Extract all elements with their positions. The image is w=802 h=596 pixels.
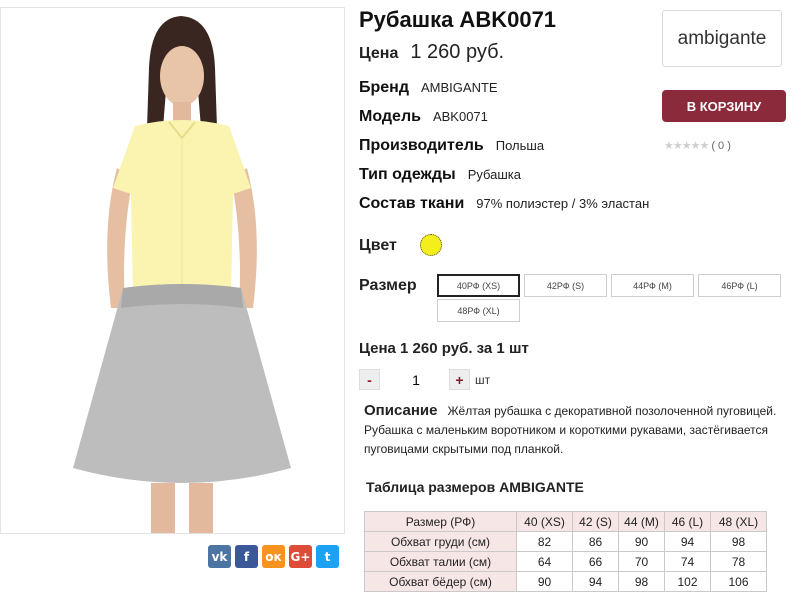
table-header: 48 (XL) (710, 511, 767, 532)
table-cell: 64 (516, 551, 573, 572)
size-label: Размер (359, 277, 417, 294)
rating[interactable]: ★★★★★ ( 0 ) (664, 139, 731, 152)
spec-fabric: Состав ткани 97% полиэстер / 3% эластан (359, 195, 649, 213)
spec-value: AMBIGANTE (421, 80, 498, 95)
spec-label: Модель (359, 108, 421, 125)
table-row: Обхват бёдер (см) 90 94 98 102 106 (364, 571, 767, 592)
spec-label: Бренд (359, 79, 409, 96)
spec-label: Производитель (359, 137, 484, 154)
product-title: Рубашка ABK0071 (359, 7, 557, 32)
quantity-minus-button[interactable]: - (359, 369, 380, 390)
price-label: Цена (359, 45, 399, 62)
product-photo[interactable] (0, 7, 345, 534)
quantity-unit: шт (475, 373, 491, 387)
table-header: Размер (РФ) (364, 511, 517, 532)
rating-count: ( 0 ) (711, 139, 731, 152)
spec-brand: Бренд AMBIGANTE (359, 79, 498, 97)
table-row: Обхват груди (см) 82 86 90 94 98 (364, 531, 767, 552)
price-value: 1 260 руб. (410, 41, 505, 63)
size-table-title: Таблица размеров AMBIGANTE (366, 479, 584, 495)
table-header: 46 (L) (664, 511, 711, 532)
table-cell: Обхват талии (см) (364, 551, 517, 572)
product-photo-illustration (1, 8, 344, 533)
table-header-row: Размер (РФ) 40 (XS) 42 (S) 44 (M) 46 (L)… (364, 511, 767, 532)
spec-value: Рубашка (467, 167, 522, 182)
table-cell: 106 (710, 571, 767, 592)
table-cell: 98 (618, 571, 665, 592)
size-option-42[interactable]: 42РФ (S) (524, 274, 607, 297)
table-cell: 98 (710, 531, 767, 552)
size-table: Размер (РФ) 40 (XS) 42 (S) 44 (M) 46 (L)… (364, 511, 767, 592)
table-cell: Обхват груди (см) (364, 531, 517, 552)
color-label: Цвет (359, 237, 397, 254)
unit-price: Цена 1 260 руб. за 1 шт (359, 340, 529, 357)
google-plus-icon[interactable]: G+ (289, 545, 312, 568)
table-cell: 70 (618, 551, 665, 572)
share-buttons: vk f ок G+ t (208, 545, 339, 568)
size-option-48[interactable]: 48РФ (XL) (437, 299, 520, 322)
facebook-icon[interactable]: f (235, 545, 258, 568)
quantity-input[interactable] (398, 369, 434, 390)
spec-model: Модель ABK0071 (359, 108, 488, 126)
size-option-44[interactable]: 44РФ (M) (611, 274, 694, 297)
table-cell: 90 (618, 531, 665, 552)
table-header: 42 (S) (572, 511, 619, 532)
add-to-cart-button[interactable]: В КОРЗИНУ (662, 90, 786, 122)
spec-clothing-type: Тип одежды Рубашка (359, 166, 521, 184)
table-cell: Обхват бёдер (см) (364, 571, 517, 592)
quantity-plus-button[interactable]: + (449, 369, 470, 390)
spec-manufacturer: Производитель Польша (359, 137, 544, 155)
color-swatch-yellow[interactable] (420, 234, 442, 256)
description: Описание Жёлтая рубашка с декоративной по… (364, 401, 794, 459)
spec-value: 97% полиэстер / 3% эластан (476, 196, 650, 211)
twitter-icon[interactable]: t (316, 545, 339, 568)
size-option-46[interactable]: 46РФ (L) (698, 274, 781, 297)
table-cell: 74 (664, 551, 711, 572)
size-option-40[interactable]: 40РФ (XS) (437, 274, 520, 297)
table-cell: 82 (516, 531, 573, 552)
table-cell: 90 (516, 571, 573, 592)
price-row: Цена 1 260 руб. (359, 41, 504, 64)
description-label: Описание (364, 402, 438, 419)
table-header: 40 (XS) (516, 511, 573, 532)
table-cell: 78 (710, 551, 767, 572)
odnoklassniki-icon[interactable]: ок (262, 545, 285, 568)
table-cell: 86 (572, 531, 619, 552)
spec-value: Польша (495, 138, 545, 153)
brand-logo[interactable]: ambigante (662, 10, 782, 67)
table-cell: 102 (664, 571, 711, 592)
spec-label: Тип одежды (359, 166, 456, 183)
table-cell: 94 (664, 531, 711, 552)
table-cell: 66 (572, 551, 619, 572)
table-header: 44 (M) (618, 511, 665, 532)
spec-value: ABK0071 (432, 109, 488, 124)
vk-icon[interactable]: vk (208, 545, 231, 568)
table-row: Обхват талии (см) 64 66 70 74 78 (364, 551, 767, 572)
table-cell: 94 (572, 571, 619, 592)
rating-stars-icon[interactable]: ★★★★★ (664, 139, 709, 152)
spec-label: Состав ткани (359, 195, 465, 212)
